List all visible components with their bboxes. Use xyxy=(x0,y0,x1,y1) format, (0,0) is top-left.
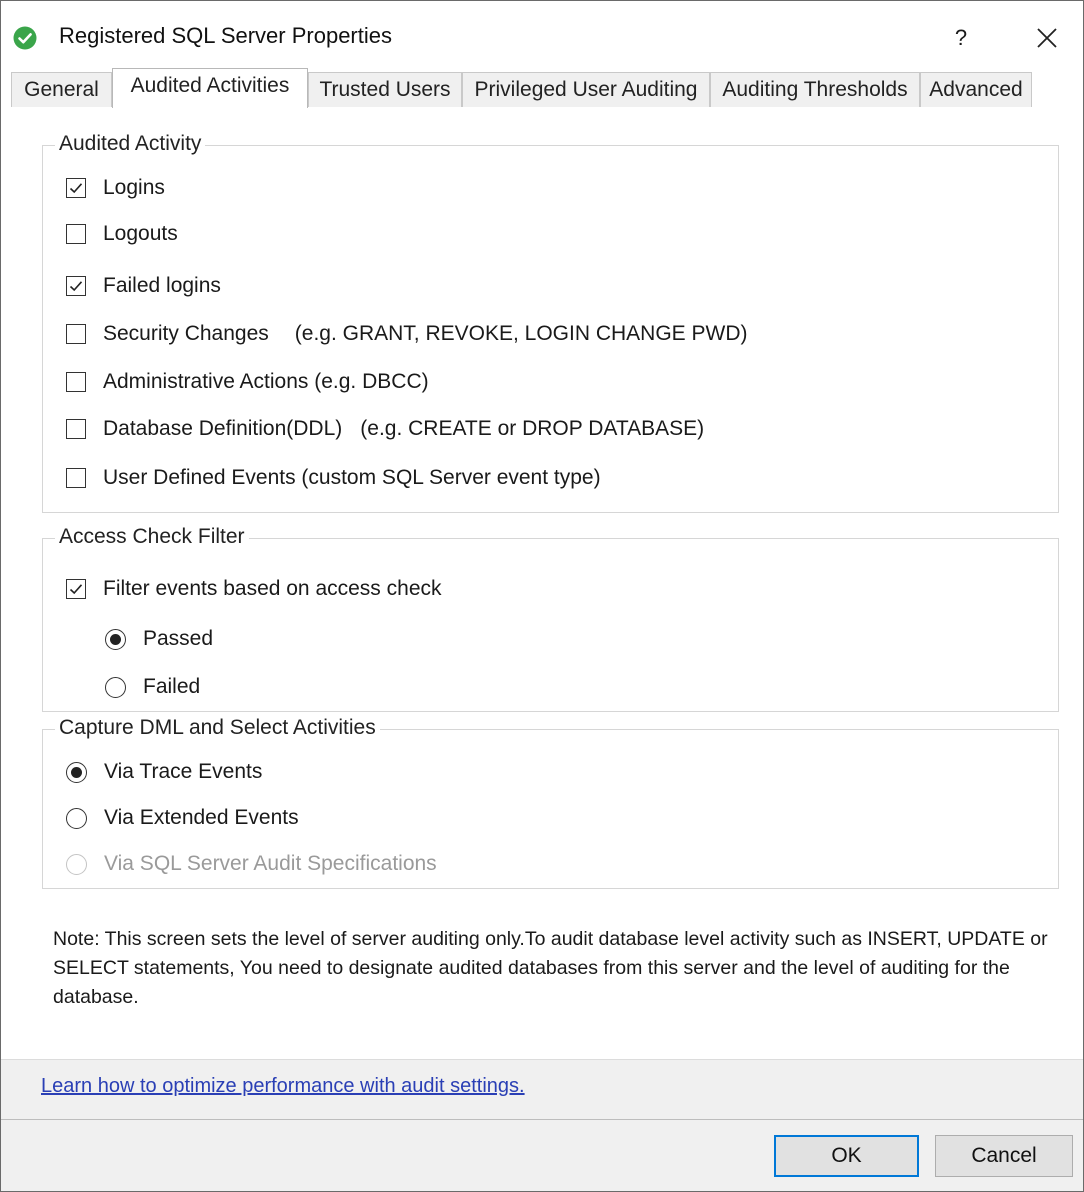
ddl-checkbox[interactable] xyxy=(66,419,86,439)
capture-dml-title: Capture DML and Select Activities xyxy=(55,716,380,740)
failed-logins-label: Failed logins xyxy=(103,274,221,297)
via-trace-events-radio-row[interactable]: Via Trace Events xyxy=(66,758,262,786)
ddl-hint: (e.g. CREATE or DROP DATABASE) xyxy=(360,417,705,440)
filter-events-checkbox-row[interactable]: Filter events based on access check xyxy=(66,575,442,603)
security-changes-checkbox[interactable] xyxy=(66,324,86,344)
access-check-filter-title: Access Check Filter xyxy=(55,525,249,549)
audited-activity-group: Audited Activity Logins Logouts Failed l… xyxy=(42,132,1059,513)
security-changes-checkbox-row[interactable]: Security Changes (e.g. GRANT, REVOKE, LO… xyxy=(66,320,748,348)
learn-performance-link[interactable]: Learn how to optimize performance with a… xyxy=(41,1075,525,1098)
logins-label: Logins xyxy=(103,176,165,199)
via-trace-events-radio[interactable] xyxy=(66,761,87,783)
logins-checkbox[interactable] xyxy=(66,178,86,198)
ddl-checkbox-row[interactable]: Database Definition(DDL) (e.g. CREATE or… xyxy=(66,415,704,443)
failed-logins-checkbox-row[interactable]: Failed logins xyxy=(66,272,221,300)
security-changes-label: Security Changes xyxy=(103,322,269,345)
failed-logins-checkbox[interactable] xyxy=(66,276,86,296)
access-check-filter-group: Access Check Filter Filter events based … xyxy=(42,525,1059,712)
administrative-actions-checkbox-row[interactable]: Administrative Actions (e.g. DBCC) xyxy=(66,368,429,396)
passed-radio[interactable] xyxy=(105,628,126,650)
tab-privileged-user-auditing[interactable]: Privileged User Auditing xyxy=(462,72,710,107)
via-extended-events-radio[interactable] xyxy=(66,807,87,829)
window-title: Registered SQL Server Properties xyxy=(59,23,392,48)
via-audit-specifications-radio-row: Via SQL Server Audit Specifications xyxy=(66,850,437,878)
via-extended-events-label: Via Extended Events xyxy=(104,806,299,829)
failed-label: Failed xyxy=(143,675,201,698)
title-bar: Registered SQL Server Properties ? xyxy=(1,1,1083,69)
via-extended-events-radio-row[interactable]: Via Extended Events xyxy=(66,804,299,832)
user-defined-events-checkbox[interactable] xyxy=(66,468,86,488)
user-defined-events-checkbox-row[interactable]: User Defined Events (custom SQL Server e… xyxy=(66,464,601,492)
checkmark-icon xyxy=(69,183,83,194)
logouts-label: Logouts xyxy=(103,222,178,245)
administrative-actions-label: Administrative Actions (e.g. DBCC) xyxy=(103,370,429,393)
via-trace-events-label: Via Trace Events xyxy=(104,760,263,783)
audited-activity-title: Audited Activity xyxy=(55,132,206,156)
dialog-window: Registered SQL Server Properties ? Gener… xyxy=(0,0,1084,1192)
tab-auditing-thresholds[interactable]: Auditing Thresholds xyxy=(710,72,920,107)
logouts-checkbox[interactable] xyxy=(66,224,86,244)
ok-button[interactable]: OK xyxy=(774,1135,919,1177)
tab-strip: General Audited Activities Trusted Users… xyxy=(11,68,1075,108)
audited-activities-panel: Audited Activity Logins Logouts Failed l… xyxy=(11,107,1075,1059)
user-defined-events-label: User Defined Events (custom SQL Server e… xyxy=(103,466,601,489)
note-text: Note: This screen sets the level of serv… xyxy=(53,928,1048,1008)
help-button[interactable]: ? xyxy=(941,21,981,55)
close-button[interactable] xyxy=(1025,19,1069,57)
tab-trusted-users[interactable]: Trusted Users xyxy=(308,72,462,107)
security-changes-hint: (e.g. GRANT, REVOKE, LOGIN CHANGE PWD) xyxy=(294,322,748,345)
check-circle-icon xyxy=(13,26,37,50)
button-bar: OK Cancel xyxy=(1,1120,1083,1191)
filter-events-checkbox[interactable] xyxy=(66,579,86,599)
tab-general[interactable]: General xyxy=(11,72,112,107)
tab-audited-activities[interactable]: Audited Activities xyxy=(112,68,308,108)
tab-advanced[interactable]: Advanced xyxy=(920,72,1032,107)
close-icon xyxy=(1037,28,1057,48)
failed-radio-row[interactable]: Failed xyxy=(105,673,200,701)
failed-radio[interactable] xyxy=(105,676,126,698)
link-area: Learn how to optimize performance with a… xyxy=(1,1059,1083,1120)
capture-dml-group: Capture DML and Select Activities Via Tr… xyxy=(42,716,1059,889)
checkmark-icon xyxy=(69,584,83,595)
ddl-label: Database Definition(DDL) xyxy=(103,417,343,440)
filter-events-label: Filter events based on access check xyxy=(103,577,442,600)
logins-checkbox-row[interactable]: Logins xyxy=(66,174,165,202)
via-audit-specifications-radio xyxy=(66,853,87,875)
via-audit-specifications-label: Via SQL Server Audit Specifications xyxy=(104,852,437,875)
passed-label: Passed xyxy=(143,627,214,650)
logouts-checkbox-row[interactable]: Logouts xyxy=(66,220,178,248)
cancel-button[interactable]: Cancel xyxy=(935,1135,1073,1177)
checkmark-icon xyxy=(69,281,83,292)
passed-radio-row[interactable]: Passed xyxy=(105,625,213,653)
administrative-actions-checkbox[interactable] xyxy=(66,372,86,392)
